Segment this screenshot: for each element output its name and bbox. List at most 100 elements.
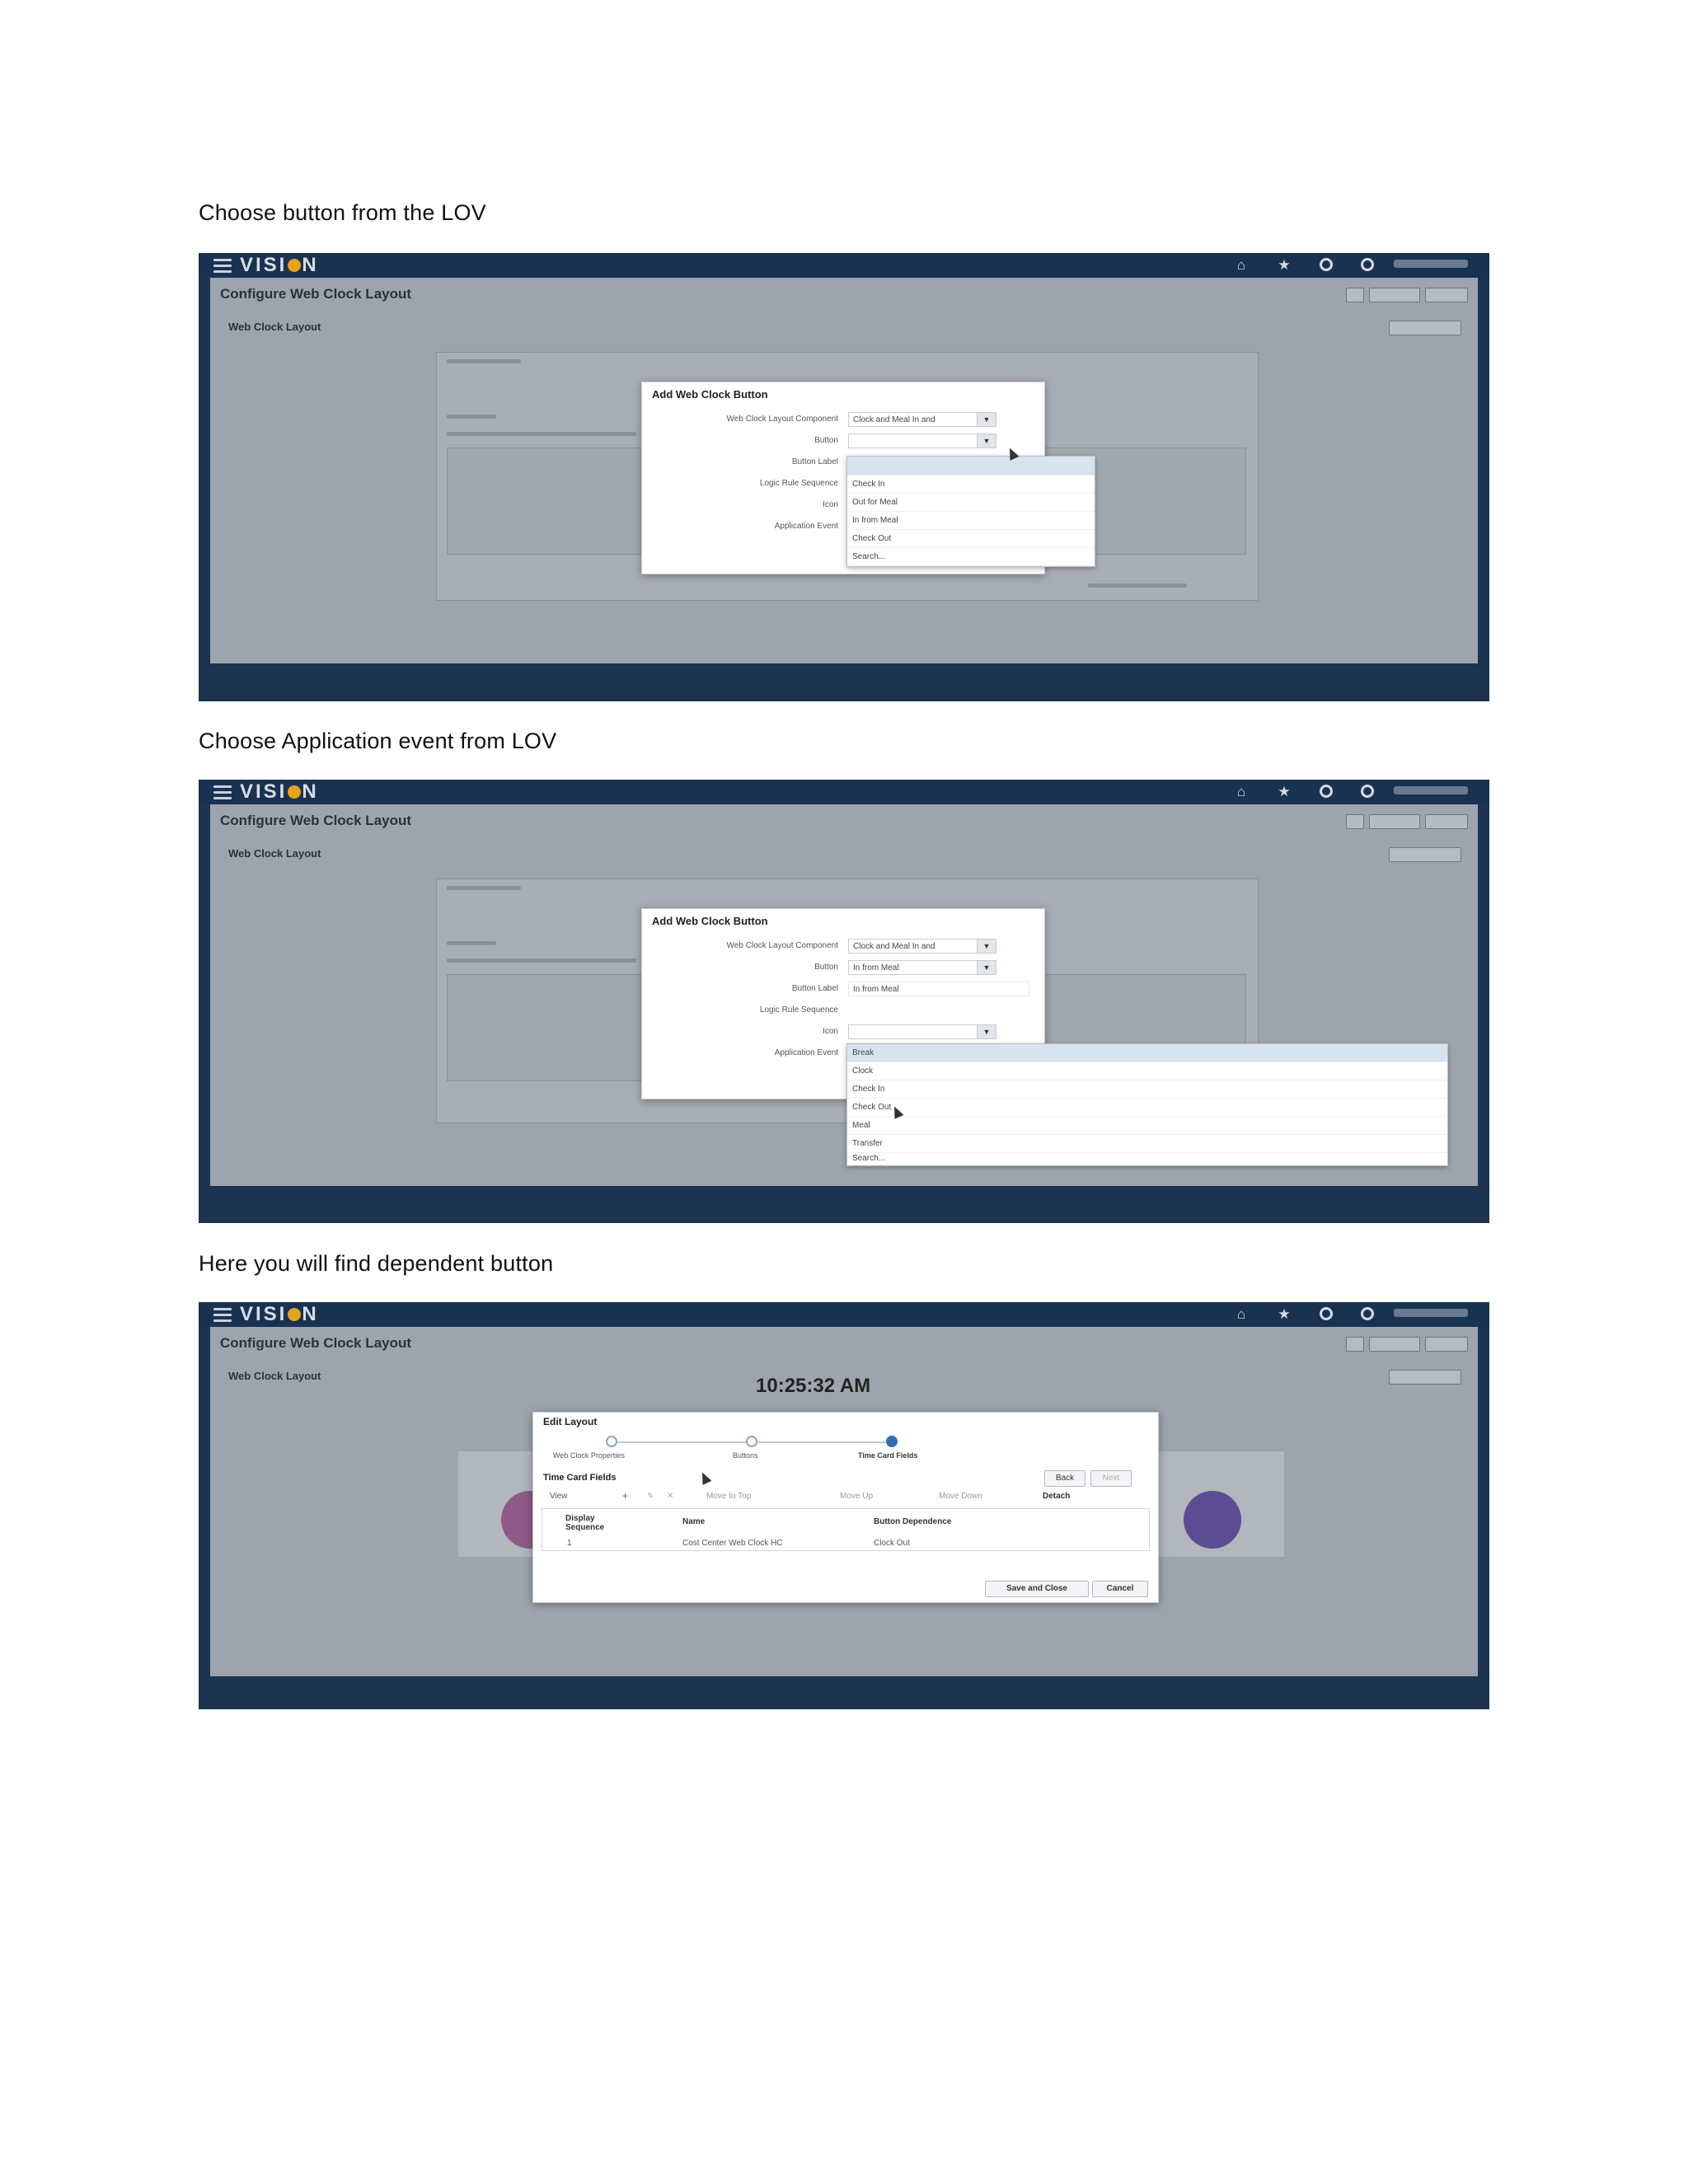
section-title: Web Clock Layout bbox=[228, 1370, 321, 1382]
lov-item-blank[interactable] bbox=[847, 457, 1095, 476]
lov-item[interactable]: Clock bbox=[847, 1062, 1447, 1080]
button-label-label: Button Label bbox=[791, 984, 838, 993]
time-card-fields-table: Display Sequence Name Button Dependence … bbox=[542, 1508, 1150, 1551]
hamburger-icon[interactable] bbox=[213, 1307, 232, 1322]
add-icon[interactable]: + bbox=[622, 1490, 628, 1502]
cancel-button[interactable] bbox=[1425, 288, 1468, 302]
user-menu[interactable] bbox=[1394, 786, 1468, 794]
edit-layout-button[interactable] bbox=[1389, 321, 1461, 335]
notifications-icon[interactable] bbox=[1361, 785, 1374, 798]
table-cell: 1 bbox=[567, 1539, 572, 1548]
move-up-button[interactable]: Move Up bbox=[840, 1492, 873, 1501]
edit-layout-dialog: Edit Layout Web Clock Properties Buttons… bbox=[532, 1412, 1159, 1603]
home-icon[interactable]: ⌂ bbox=[1234, 784, 1249, 799]
clock-out-button-preview bbox=[1184, 1491, 1241, 1549]
view-menu[interactable]: View bbox=[550, 1492, 568, 1501]
cancel-button[interactable] bbox=[1425, 1337, 1468, 1352]
edit-layout-button[interactable] bbox=[1389, 1370, 1461, 1385]
delete-icon[interactable]: ✕ bbox=[667, 1492, 673, 1501]
notifications-icon[interactable] bbox=[1361, 1307, 1374, 1320]
clock-time: 10:25:32 AM bbox=[756, 1375, 871, 1397]
page-title: Configure Web Clock Layout bbox=[220, 813, 412, 828]
lov-item[interactable]: Out for Meal bbox=[847, 494, 1095, 512]
brand-logo: VISI N bbox=[240, 1303, 319, 1325]
star-icon[interactable]: ★ bbox=[1277, 257, 1292, 273]
button-label-input[interactable]: In from Meal bbox=[848, 982, 1029, 996]
save-button[interactable] bbox=[1369, 1337, 1420, 1352]
home-icon[interactable]: ⌂ bbox=[1234, 257, 1249, 273]
lov-item[interactable]: Transfer bbox=[847, 1135, 1447, 1153]
detach-button[interactable]: Detach bbox=[1043, 1492, 1070, 1501]
move-to-top-button[interactable]: Move to Top bbox=[706, 1492, 751, 1501]
star-icon[interactable]: ★ bbox=[1277, 784, 1292, 799]
page-content: Configure Web Clock Layout Web Clock Lay… bbox=[210, 804, 1478, 1186]
button-select[interactable]: In from Meal ▼ bbox=[848, 960, 996, 975]
top-bar: VISI N ⌂ ★ bbox=[199, 1302, 1489, 1327]
dialog-title: Add Web Clock Button bbox=[652, 388, 768, 401]
lov-item[interactable]: Check Out bbox=[847, 1099, 1447, 1117]
back-button[interactable]: Back bbox=[1044, 1470, 1085, 1487]
button-label: Button bbox=[814, 436, 838, 445]
component-select[interactable]: Clock and Meal In and ▼ bbox=[848, 412, 996, 427]
brand-logo: VISI N bbox=[240, 254, 319, 276]
edit-icon[interactable]: ✎ bbox=[647, 1492, 654, 1501]
notifications-icon[interactable] bbox=[1361, 258, 1374, 271]
hamburger-icon[interactable] bbox=[213, 785, 232, 799]
screenshot-1: VISI N ⌂ ★ Configure Web Clock Layout Web… bbox=[199, 253, 1489, 701]
move-down-button[interactable]: Move Down bbox=[939, 1492, 982, 1501]
step-label: Web Clock Properties bbox=[553, 1451, 625, 1460]
user-menu[interactable] bbox=[1394, 1309, 1468, 1317]
save-button[interactable] bbox=[1369, 288, 1420, 302]
page-title: Configure Web Clock Layout bbox=[220, 1335, 412, 1351]
column-header: Button Dependence bbox=[874, 1517, 952, 1526]
lov-item[interactable]: Check In bbox=[847, 1080, 1447, 1099]
settings-icon[interactable] bbox=[1320, 1307, 1333, 1320]
lov-item[interactable]: Check Out bbox=[847, 530, 1095, 548]
button-select[interactable]: ▼ bbox=[848, 434, 996, 448]
logic-rule-sequence-label: Logic Rule Sequence bbox=[759, 479, 838, 488]
lov-item[interactable]: Meal bbox=[847, 1117, 1447, 1135]
table-cell: Cost Center Web Clock HC bbox=[682, 1539, 783, 1548]
button-lov-dropdown[interactable]: Check In Out for Meal In from Meal Check… bbox=[846, 456, 1095, 567]
settings-icon[interactable] bbox=[1320, 258, 1333, 271]
settings-icon[interactable] bbox=[1320, 785, 1333, 798]
component-label: Web Clock Layout Component bbox=[726, 415, 838, 424]
next-button[interactable]: Next bbox=[1090, 1470, 1132, 1487]
screenshot-2: VISI N ⌂ ★ Configure Web Clock Layout Web… bbox=[199, 780, 1489, 1223]
layout-select-button[interactable] bbox=[1346, 288, 1364, 302]
application-event-lov-dropdown[interactable]: Break Clock Check In Check Out Meal Tran… bbox=[846, 1043, 1448, 1166]
lov-item[interactable]: In from Meal bbox=[847, 512, 1095, 530]
table-cell: Clock Out bbox=[874, 1539, 910, 1548]
page-title: Configure Web Clock Layout bbox=[220, 286, 412, 302]
caption-1: Choose button from the LOV bbox=[199, 200, 486, 225]
save-and-close-button[interactable]: Save and Close bbox=[985, 1581, 1089, 1597]
edit-layout-button[interactable] bbox=[1389, 847, 1461, 862]
cancel-button[interactable] bbox=[1425, 814, 1468, 829]
lov-item-search[interactable]: Search... bbox=[847, 548, 1095, 566]
application-event-label: Application Event bbox=[774, 522, 838, 531]
component-select[interactable]: Clock and Meal In and ▼ bbox=[848, 939, 996, 954]
step-time-card-fields[interactable] bbox=[886, 1436, 898, 1447]
button-label: Button bbox=[814, 963, 838, 972]
column-header: Name bbox=[682, 1517, 706, 1526]
lov-item[interactable]: Break bbox=[847, 1044, 1447, 1062]
layout-select-button[interactable] bbox=[1346, 1337, 1364, 1352]
screenshot-3: VISI N ⌂ ★ Configure Web Clock Layout Web… bbox=[199, 1302, 1489, 1709]
step-web-clock-properties[interactable] bbox=[606, 1436, 617, 1447]
component-label: Web Clock Layout Component bbox=[726, 941, 838, 950]
user-menu[interactable] bbox=[1394, 260, 1468, 268]
section-title: Web Clock Layout bbox=[228, 321, 321, 333]
hamburger-icon[interactable] bbox=[213, 258, 232, 273]
star-icon[interactable]: ★ bbox=[1277, 1306, 1292, 1322]
icon-select[interactable]: ▼ bbox=[848, 1024, 996, 1039]
cancel-dialog-button[interactable]: Cancel bbox=[1092, 1581, 1148, 1597]
lov-item[interactable]: Check In bbox=[847, 476, 1095, 494]
step-label: Time Card Fields bbox=[858, 1451, 918, 1460]
home-icon[interactable]: ⌂ bbox=[1234, 1306, 1249, 1322]
icon-label: Icon bbox=[823, 1027, 838, 1036]
save-button[interactable] bbox=[1369, 814, 1420, 829]
lov-item-search[interactable]: Search... bbox=[847, 1153, 1447, 1165]
step-buttons[interactable] bbox=[746, 1436, 757, 1447]
step-label: Buttons bbox=[733, 1451, 758, 1460]
layout-select-button[interactable] bbox=[1346, 814, 1364, 829]
